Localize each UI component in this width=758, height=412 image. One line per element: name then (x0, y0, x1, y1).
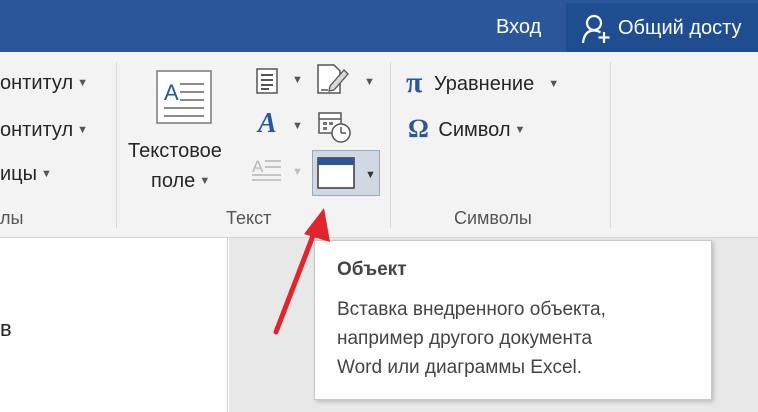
group-label-header-footer: лы (0, 208, 24, 228)
header-button[interactable]: онтитул ▼ (0, 72, 88, 95)
drop-cap-button[interactable]: A ▼ (252, 152, 304, 186)
group-divider (610, 62, 611, 228)
drop-cap-icon: A (252, 157, 281, 181)
tooltip-line: например другого документа (337, 328, 593, 349)
date-time-button[interactable] (316, 110, 354, 144)
signature-line-icon (317, 64, 349, 94)
svg-text:A: A (252, 157, 264, 176)
chevron-down-icon: ▼ (41, 168, 52, 180)
chevron-down-icon: ▼ (77, 77, 89, 89)
page-number-label: ицы (0, 163, 38, 185)
chevron-down-icon: ▼ (364, 76, 375, 88)
share-label: Общий досту (618, 17, 742, 39)
equation-button[interactable]: π Уравнение ▼ (406, 66, 559, 100)
chevron-down-icon: ▼ (514, 124, 526, 136)
pi-icon: π (406, 66, 423, 99)
date-time-icon (318, 112, 351, 143)
wordart-button[interactable]: A ▼ (254, 108, 304, 142)
chevron-down-icon: ▼ (292, 74, 303, 86)
symbol-button[interactable]: Ω Символ ▼ (408, 114, 525, 144)
svg-text:A: A (164, 80, 179, 105)
chevron-down-icon: ▼ (199, 175, 211, 187)
wordart-icon: A (258, 108, 277, 139)
chevron-down-icon: ▼ (548, 78, 560, 90)
group-divider (116, 62, 117, 228)
text-box-label-line1: Текстовое (128, 140, 222, 162)
omega-icon: Ω (408, 114, 429, 143)
chevron-down-icon: ▼ (77, 124, 89, 136)
header-label: онтитул (0, 72, 74, 94)
document-page[interactable] (0, 238, 228, 412)
text-box-label-line2: поле (151, 170, 196, 192)
chevron-down-icon: ▼ (365, 169, 376, 181)
document-text: в (0, 316, 12, 341)
chevron-down-icon: ▼ (292, 166, 303, 178)
group-divider (390, 62, 391, 228)
ribbon-insert-tab: онтитул ▼ онтитул ▼ ицы ▼ лы A Текстовое по… (0, 52, 758, 238)
object-button[interactable]: ▼ (312, 150, 380, 196)
title-bar: Вход Общий досту (0, 0, 758, 52)
page-number-button[interactable]: ицы ▼ (0, 163, 52, 186)
symbol-label: Символ (438, 119, 511, 141)
tooltip-title: Объект (337, 259, 407, 280)
share-button[interactable]: Общий досту (566, 3, 758, 52)
text-box-label-line2-wrap: поле ▼ (151, 170, 210, 193)
chevron-down-icon: ▼ (292, 120, 303, 132)
object-icon (317, 157, 355, 189)
sign-in-link[interactable]: Вход (496, 16, 541, 39)
text-box-icon: A (156, 70, 212, 124)
footer-button[interactable]: онтитул ▼ (0, 119, 88, 142)
tooltip-line: Word или диаграммы Excel. (337, 357, 583, 378)
footer-label: онтитул (0, 119, 74, 141)
group-label-symbols: Символы (454, 208, 532, 228)
red-arrow-annotation (273, 208, 330, 335)
text-box-button[interactable]: A Текстовое поле ▼ (124, 64, 246, 200)
signature-line-button[interactable]: ▼ (314, 62, 378, 96)
quick-parts-icon (256, 68, 278, 94)
object-tooltip: Объект Вставка внедренного объекта, напр… (314, 240, 712, 400)
equation-label: Уравнение (434, 73, 535, 95)
tooltip-line: Вставка внедренного объекта, (337, 299, 606, 320)
share-person-icon (582, 14, 610, 44)
quick-parts-button[interactable]: ▼ (254, 66, 304, 96)
